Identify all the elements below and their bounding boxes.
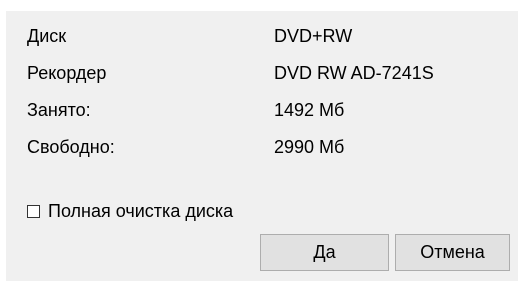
disc-type-label: Диск xyxy=(27,26,67,46)
recorder-label: Рекордер xyxy=(27,63,107,83)
used-space-row: Занято: 1492 Мб xyxy=(6,95,518,125)
free-space-value: 2990 Мб xyxy=(274,137,345,157)
cancel-button[interactable]: Отмена xyxy=(395,234,510,271)
disc-type-value: DVD+RW xyxy=(274,26,353,46)
free-space-row: Свободно: 2990 Мб xyxy=(6,132,518,162)
disc-type-row: Диск DVD+RW xyxy=(6,21,518,51)
used-space-value: 1492 Мб xyxy=(274,100,345,120)
recorder-value: DVD RW AD-7241S xyxy=(274,63,434,83)
free-space-label: Свободно: xyxy=(27,137,115,157)
full-erase-option[interactable]: Полная очистка диска xyxy=(27,197,233,225)
ok-button[interactable]: Да xyxy=(260,234,389,271)
recorder-row: Рекордер DVD RW AD-7241S xyxy=(6,58,518,88)
disk-erase-dialog: Диск DVD+RW Рекордер DVD RW AD-7241S Зан… xyxy=(6,11,518,281)
used-space-label: Занято: xyxy=(27,100,91,120)
full-erase-checkbox[interactable] xyxy=(27,204,40,218)
full-erase-label: Полная очистка диска xyxy=(48,200,234,221)
